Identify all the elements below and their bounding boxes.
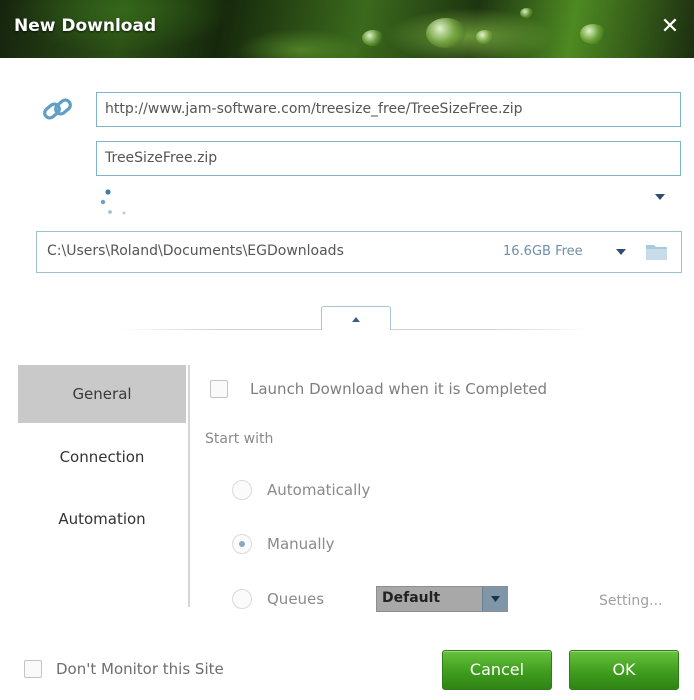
nav-item-general[interactable]: General: [18, 365, 186, 423]
chevron-down-icon: [491, 596, 500, 602]
queue-select-button[interactable]: [482, 587, 508, 611]
radio-automatically-label: Automatically: [267, 481, 371, 499]
radio-queues-label: Queues: [267, 590, 325, 608]
nav-separator: [188, 365, 190, 607]
free-space-text: 16.6GB Free: [503, 244, 583, 259]
launch-when-completed-checkbox[interactable]: [210, 380, 228, 398]
queue-select-value: Default: [382, 590, 441, 606]
collapse-options-tab[interactable]: [321, 306, 391, 330]
decorative-droplet: [520, 8, 534, 18]
radio-automatically[interactable]: [232, 480, 252, 500]
ok-button[interactable]: OK: [569, 650, 679, 690]
dropdown-arrow-icon[interactable]: [615, 247, 627, 257]
cancel-button[interactable]: Cancel: [442, 650, 552, 690]
radio-manually[interactable]: [232, 534, 252, 554]
nav-item-automation[interactable]: Automation: [18, 490, 186, 548]
options-nav: General Connection Automation: [18, 365, 190, 595]
dont-monitor-label: Don't Monitor this Site: [56, 660, 224, 678]
chevron-up-icon: [352, 317, 360, 322]
nav-item-connection[interactable]: Connection: [18, 428, 186, 486]
loading-dots-icon: [100, 189, 126, 215]
radio-manually-label: Manually: [267, 535, 335, 553]
close-icon: ✕: [660, 14, 680, 39]
queue-settings-link[interactable]: Setting...: [599, 593, 662, 609]
save-path-text: C:\Users\Roland\Documents\EGDownloads: [47, 243, 344, 259]
queue-select[interactable]: Default: [376, 586, 508, 612]
radio-queues[interactable]: [232, 589, 252, 609]
start-with-label: Start with: [205, 431, 274, 447]
window-title: New Download: [14, 16, 157, 36]
expand-arrow-icon[interactable]: [652, 190, 668, 204]
decorative-droplet: [362, 30, 384, 46]
link-icon: [43, 98, 72, 120]
folder-icon[interactable]: [645, 242, 669, 262]
close-button[interactable]: ✕: [654, 12, 686, 42]
filename-input[interactable]: TreeSizeFree.zip: [96, 141, 681, 176]
decorative-droplet: [580, 24, 606, 44]
url-input[interactable]: http://www.jam-software.com/treesize_fre…: [96, 92, 681, 127]
dont-monitor-checkbox[interactable]: [24, 660, 42, 678]
launch-when-completed-label: Launch Download when it is Completed: [250, 380, 548, 398]
title-bar: New Download ✕: [0, 0, 694, 58]
decorative-droplet: [476, 30, 494, 44]
save-location-field[interactable]: C:\Users\Roland\Documents\EGDownloads 16…: [36, 231, 682, 273]
decorative-droplet: [426, 18, 466, 48]
